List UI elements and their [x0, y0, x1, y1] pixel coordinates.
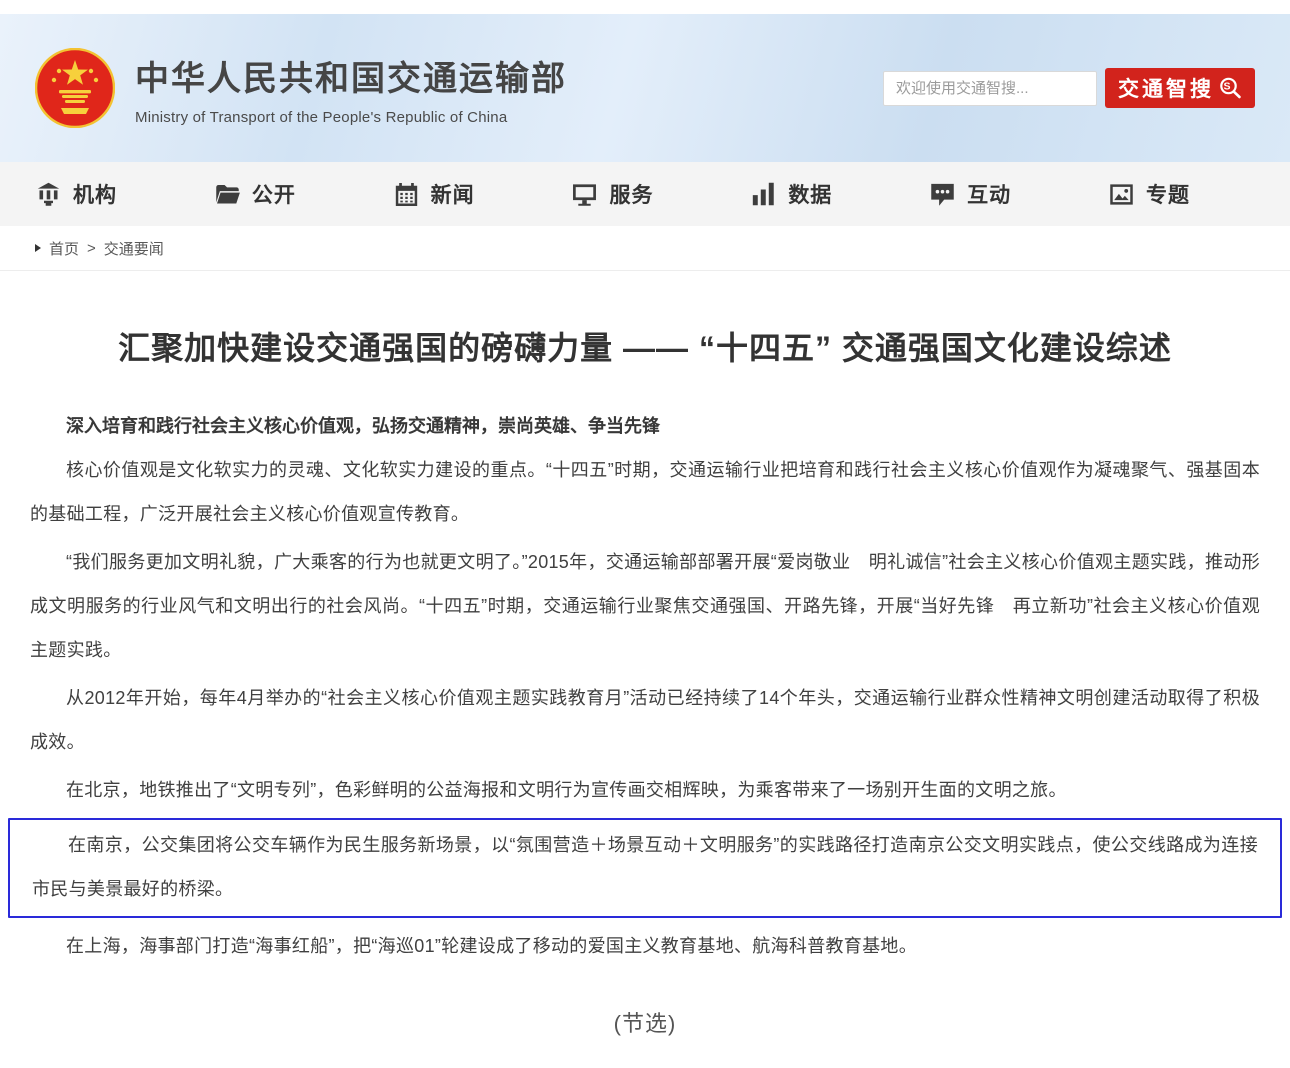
svg-text:S: S	[1223, 81, 1233, 93]
nav-item-jigou[interactable]: 机构	[35, 179, 117, 209]
site-header: 中华人民共和国交通运输部 Ministry of Transport of th…	[0, 14, 1290, 162]
national-emblem-icon	[35, 48, 115, 128]
article-title: 汇聚加快建设交通强国的磅礴力量 —— “十四五” 交通强国文化建设综述	[30, 327, 1260, 370]
brand-block: 中华人民共和国交通运输部 Ministry of Transport of th…	[135, 51, 567, 126]
main-navigation: 机构 公开 新闻 服务 数据 互动 专题	[0, 162, 1290, 226]
nav-label: 新闻	[431, 179, 475, 209]
breadcrumb-home-link[interactable]: 首页	[49, 238, 79, 259]
bar-chart-icon	[750, 181, 777, 208]
breadcrumb-separator: >	[87, 240, 96, 257]
article-footnote: (节选)	[30, 1006, 1260, 1038]
breadcrumb: 首页 > 交通要闻	[0, 226, 1290, 271]
article-paragraph: 从2012年开始，每年4月举办的“社会主义核心价值观主题实践教育月”活动已经持续…	[30, 676, 1260, 764]
search-button-label: 交通智搜	[1118, 73, 1214, 103]
search-input[interactable]	[883, 71, 1097, 106]
nav-item-fuwu[interactable]: 服务	[571, 179, 653, 209]
article-lead-paragraph: 深入培育和践行社会主义核心价值观，弘扬交通精神，崇尚英雄、争当先锋	[30, 404, 1260, 448]
article-paragraph: 在上海，海事部门打造“海事红船”，把“海巡01”轮建设成了移动的爱国主义教育基地…	[30, 924, 1260, 968]
article-paragraph-highlighted: 在南京，公交集团将公交车辆作为民生服务新场景，以“氛围营造＋场景互动＋文明服务”…	[32, 823, 1258, 911]
nav-label: 专题	[1146, 179, 1190, 209]
nav-item-xinwen[interactable]: 新闻	[393, 179, 475, 209]
article-paragraph: 核心价值观是文化软实力的灵魂、文化软实力建设的重点。“十四五”时期，交通运输行业…	[30, 448, 1260, 536]
nav-item-zhuanti[interactable]: 专题	[1108, 179, 1190, 209]
top-margin-strip	[0, 0, 1290, 14]
monitor-icon	[571, 181, 598, 208]
article-main: 汇聚加快建设交通强国的磅礴力量 —— “十四五” 交通强国文化建设综述 深入培育…	[0, 271, 1290, 1068]
nav-label: 互动	[967, 179, 1011, 209]
article-paragraph: “我们服务更加文明礼貌，广大乘客的行为也就更文明了。”2015年，交通运输部部署…	[30, 540, 1260, 672]
nav-label: 机构	[73, 179, 117, 209]
site-title: 中华人民共和国交通运输部	[135, 51, 567, 100]
nav-item-shuju[interactable]: 数据	[750, 179, 832, 209]
search-area: 交通智搜 S	[883, 68, 1255, 108]
magnifier-s-icon: S	[1218, 76, 1242, 100]
nav-item-hudong[interactable]: 互动	[929, 179, 1011, 209]
bank-icon	[35, 181, 62, 208]
calendar-icon	[393, 181, 420, 208]
article-paragraph: 在北京，地铁推出了“文明专列”，色彩鲜明的公益海报和文明行为宣传画交相辉映，为乘…	[30, 768, 1260, 812]
national-emblem-logo[interactable]	[35, 48, 115, 128]
nav-label: 公开	[252, 179, 296, 209]
breadcrumb-current-link[interactable]: 交通要闻	[104, 238, 164, 259]
nav-label: 服务	[609, 179, 653, 209]
site-subtitle: Ministry of Transport of the People's Re…	[135, 109, 567, 126]
breadcrumb-arrow-icon	[35, 244, 41, 252]
picture-icon	[1108, 181, 1135, 208]
nav-item-gongkai[interactable]: 公开	[214, 179, 296, 209]
speech-bubble-icon	[929, 181, 956, 208]
nav-label: 数据	[788, 179, 832, 209]
folder-icon	[214, 181, 241, 208]
highlighted-paragraph-box: 在南京，公交集团将公交车辆作为民生服务新场景，以“氛围营造＋场景互动＋文明服务”…	[8, 818, 1282, 918]
smart-search-button[interactable]: 交通智搜 S	[1105, 68, 1255, 108]
